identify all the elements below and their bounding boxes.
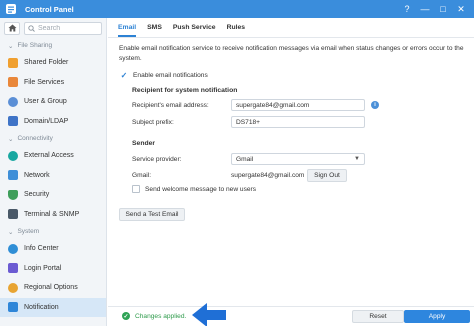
- sidebar-item-label: Terminal & SNMP: [24, 210, 80, 218]
- success-check-icon: ✓: [122, 312, 130, 320]
- sidebar-item-security[interactable]: Security: [0, 185, 106, 205]
- sidebar-item-external-access[interactable]: External Access: [0, 146, 106, 166]
- user-group-icon: [8, 96, 18, 107]
- sidebar-item-info-center[interactable]: Info Center: [0, 239, 106, 259]
- sidebar-item-label: Network: [24, 171, 50, 179]
- domain-ldap-icon: [8, 116, 18, 127]
- status-message: ✓ Changes applied.: [122, 312, 186, 320]
- network-icon: [8, 170, 18, 181]
- sidebar-item-file-services[interactable]: File Services: [0, 73, 106, 93]
- home-button[interactable]: [4, 21, 20, 35]
- sidebar-item-regional-options[interactable]: Regional Options: [0, 278, 106, 298]
- info-icon[interactable]: i: [371, 101, 379, 109]
- recipient-email-field[interactable]: [231, 99, 365, 111]
- group-header-system[interactable]: ⌄ System: [0, 224, 106, 239]
- sidebar-item-label: External Access: [24, 152, 74, 160]
- send-test-email-button[interactable]: Send a Test Email: [119, 208, 185, 221]
- welcome-message-row[interactable]: Send welcome message to new users: [132, 185, 256, 193]
- close-icon[interactable]: ✕: [456, 3, 466, 15]
- recipient-email-input[interactable]: [236, 101, 364, 109]
- sidebar-item-label: Domain/LDAP: [24, 117, 69, 125]
- notification-icon: [8, 302, 18, 313]
- sidebar-item-label: Security: [24, 191, 50, 199]
- subject-prefix-label: Subject prefix:: [132, 119, 174, 126]
- sidebar-item-terminal-snmp[interactable]: Terminal & SNMP: [0, 205, 106, 225]
- tab-email[interactable]: Email: [118, 24, 137, 37]
- sidebar-item-label: Login Portal: [24, 264, 62, 272]
- service-provider-select[interactable]: Gmail ▼: [231, 153, 365, 165]
- footer-bar: ✓ Changes applied. Reset Apply: [108, 303, 474, 326]
- shared-folder-icon: [8, 57, 18, 68]
- home-icon: [8, 24, 16, 32]
- maximize-icon[interactable]: □: [438, 3, 448, 15]
- group-label: File Sharing: [17, 42, 53, 49]
- tab-sms[interactable]: SMS: [147, 24, 162, 37]
- gmail-account-value: supergate84@gmail.com: [231, 172, 305, 179]
- group-header-connectivity[interactable]: ⌄ Connectivity: [0, 131, 106, 146]
- collapse-arrow-icon: ⌄: [8, 42, 14, 50]
- search-icon: [28, 24, 35, 32]
- service-provider-label: Service provider:: [132, 156, 182, 163]
- welcome-message-label: Send welcome message to new users: [145, 185, 257, 193]
- minimize-icon[interactable]: —: [420, 3, 430, 15]
- collapse-arrow-icon: ⌄: [8, 135, 14, 143]
- security-icon: [8, 189, 18, 200]
- sidebar-item-login-portal[interactable]: Login Portal: [0, 259, 106, 279]
- group-label: Connectivity: [17, 135, 53, 142]
- sign-out-button[interactable]: Sign Out: [307, 169, 347, 182]
- tab-rules[interactable]: Rules: [227, 24, 246, 37]
- welcome-message-checkbox[interactable]: [132, 185, 140, 193]
- reset-button[interactable]: Reset: [352, 310, 404, 323]
- status-text: Changes applied.: [135, 312, 187, 320]
- chevron-down-icon: ▼: [354, 156, 360, 162]
- control-panel-icon: [6, 4, 16, 14]
- terminal-icon: [8, 209, 18, 220]
- enable-email-checkbox[interactable]: ✓: [120, 71, 128, 80]
- sidebar-item-label: Info Center: [24, 245, 59, 253]
- window-title: Control Panel: [25, 4, 74, 14]
- service-provider-value: Gmail: [236, 155, 254, 163]
- sidebar-item-domain-ldap[interactable]: Domain/LDAP: [0, 112, 106, 132]
- sidebar-item-shared-folder[interactable]: Shared Folder: [0, 53, 106, 73]
- enable-email-label: Enable email notifications: [133, 71, 208, 79]
- tab-push-service[interactable]: Push Service: [173, 24, 216, 37]
- login-portal-icon: [8, 263, 18, 274]
- gmail-label: Gmail:: [132, 172, 152, 179]
- recipient-email-label: Recipient's email address:: [132, 102, 209, 109]
- sidebar-item-user-group[interactable]: User & Group: [0, 92, 106, 112]
- tab-bar: Email SMS Push Service Rules: [108, 18, 474, 38]
- subject-prefix-input[interactable]: [236, 118, 364, 126]
- sidebar-item-label: Regional Options: [24, 284, 78, 292]
- sidebar-item-label: File Services: [24, 78, 65, 86]
- external-access-icon: [8, 150, 18, 161]
- sidebar-item-label: Shared Folder: [24, 59, 69, 67]
- sidebar-item-network[interactable]: Network: [0, 166, 106, 186]
- file-services-icon: [8, 77, 18, 88]
- description-text: Enable email notification service to rec…: [119, 45, 464, 62]
- enable-email-row[interactable]: ✓ Enable email notifications: [120, 71, 208, 80]
- apply-button[interactable]: Apply: [404, 310, 470, 323]
- info-center-icon: [8, 243, 18, 254]
- sidebar-item-label: User & Group: [24, 98, 67, 106]
- group-label: System: [17, 228, 40, 235]
- search-input[interactable]: [38, 24, 98, 32]
- annotation-arrow-icon: [192, 303, 226, 326]
- help-icon[interactable]: ?: [402, 3, 412, 15]
- sender-section-title: Sender: [132, 140, 156, 147]
- regional-options-icon: [8, 282, 18, 293]
- title-bar: Control Panel ? — □ ✕: [0, 0, 474, 18]
- collapse-arrow-icon: ⌄: [8, 228, 14, 236]
- recipient-section-title: Recipient for system notification: [132, 87, 238, 94]
- group-header-file-sharing[interactable]: ⌄ File Sharing: [0, 38, 106, 53]
- search-box[interactable]: [24, 21, 102, 35]
- subject-prefix-field[interactable]: [231, 116, 365, 128]
- sidebar: ⌄ File Sharing Shared Folder File Servic…: [0, 18, 107, 326]
- main-panel: Email SMS Push Service Rules Enable emai…: [108, 18, 474, 326]
- sidebar-item-notification[interactable]: Notification: [0, 297, 106, 317]
- sidebar-item-label: Notification: [24, 303, 59, 311]
